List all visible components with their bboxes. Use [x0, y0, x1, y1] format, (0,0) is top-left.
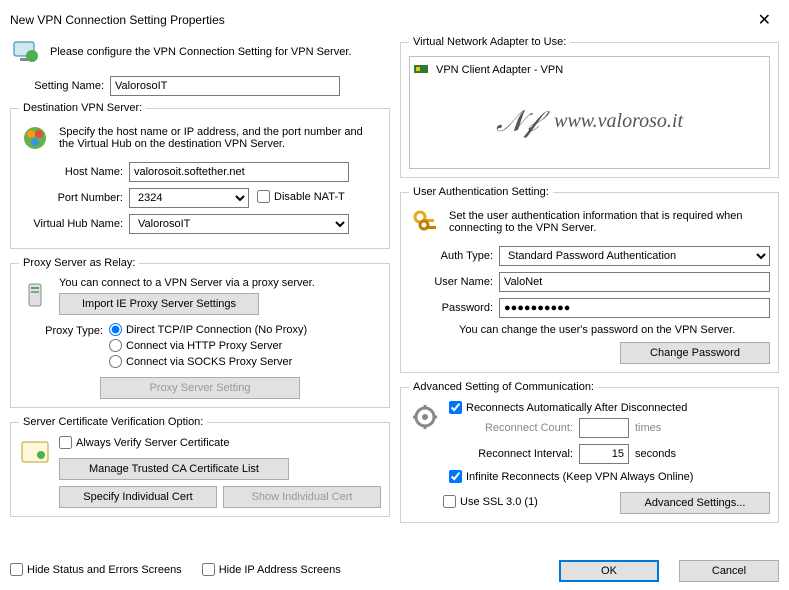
- reconnect-interval-unit: seconds: [635, 448, 676, 460]
- auth-group: User Authentication Setting: Set the use…: [400, 186, 779, 373]
- destination-group: Destination VPN Server: Specify the host…: [10, 102, 390, 249]
- advanced-group: Advanced Setting of Communication: Recon…: [400, 381, 779, 523]
- user-name-input[interactable]: [499, 272, 770, 292]
- globe-icon: [19, 122, 51, 154]
- infinite-reconnects-checkbox[interactable]: [449, 470, 462, 483]
- show-cert-button[interactable]: Show Individual Cert: [223, 486, 381, 508]
- close-icon[interactable]: ✕: [750, 10, 779, 30]
- reconnect-auto-checkbox[interactable]: [449, 401, 462, 414]
- always-verify-checkbox[interactable]: [59, 436, 72, 449]
- disable-nat-t-checkbox[interactable]: [257, 190, 270, 203]
- hide-status-checkbox[interactable]: [10, 563, 23, 576]
- advanced-legend: Advanced Setting of Communication:: [409, 381, 598, 393]
- hide-ip-checkbox[interactable]: [202, 563, 215, 576]
- hide-status-label: Hide Status and Errors Screens: [27, 564, 182, 576]
- proxy-legend: Proxy Server as Relay:: [19, 257, 139, 269]
- adapter-legend: Virtual Network Adapter to Use:: [409, 36, 570, 48]
- password-label: Password:: [409, 302, 499, 314]
- user-name-label: User Name:: [409, 276, 499, 288]
- destination-legend: Destination VPN Server:: [19, 102, 146, 114]
- password-input[interactable]: [499, 298, 770, 318]
- gear-icon: [409, 401, 441, 433]
- logo-watermark: 𝒩𝒻 www.valoroso.it: [414, 79, 765, 164]
- cert-group: Server Certificate Verification Option: …: [10, 416, 390, 517]
- certificate-icon: [19, 436, 51, 468]
- proxy-server-setting-button[interactable]: Proxy Server Setting: [100, 377, 300, 399]
- always-verify-label: Always Verify Server Certificate: [76, 437, 229, 449]
- auth-legend: User Authentication Setting:: [409, 186, 553, 198]
- proxy-socks-label: Connect via SOCKS Proxy Server: [126, 356, 292, 368]
- intro-text: Please configure the VPN Connection Sett…: [50, 46, 351, 58]
- proxy-direct-label: Direct TCP/IP Connection (No Proxy): [126, 324, 307, 336]
- setting-name-input[interactable]: [110, 76, 340, 96]
- password-hint: You can change the user's password on th…: [409, 324, 770, 336]
- host-name-label: Host Name:: [19, 166, 129, 178]
- setting-name-label: Setting Name:: [10, 80, 110, 92]
- destination-desc: Specify the host name or IP address, and…: [59, 126, 381, 150]
- virtual-hub-label: Virtual Hub Name:: [19, 218, 129, 230]
- ok-button[interactable]: OK: [559, 560, 659, 582]
- use-ssl-checkbox[interactable]: [443, 495, 456, 508]
- reconnect-count-label: Reconnect Count:: [449, 422, 579, 434]
- adapter-list[interactable]: VPN Client Adapter - VPN 𝒩𝒻 www.valoroso…: [409, 56, 770, 169]
- manage-ca-button[interactable]: Manage Trusted CA Certificate List: [59, 458, 289, 480]
- cancel-button[interactable]: Cancel: [679, 560, 779, 582]
- network-adapter-icon: [414, 63, 430, 78]
- reconnect-interval-input[interactable]: [579, 444, 629, 464]
- disable-nat-t-label: Disable NAT-T: [274, 191, 345, 203]
- import-ie-proxy-button[interactable]: Import IE Proxy Server Settings: [59, 293, 259, 315]
- auth-type-label: Auth Type:: [409, 250, 499, 262]
- port-number-label: Port Number:: [19, 192, 129, 204]
- proxy-direct-radio[interactable]: [109, 323, 122, 336]
- reconnect-count-input[interactable]: [579, 418, 629, 438]
- adapter-group: Virtual Network Adapter to Use: VPN Clie…: [400, 36, 779, 178]
- host-name-input[interactable]: [129, 162, 349, 182]
- keys-icon: [409, 206, 441, 238]
- proxy-type-label: Proxy Type:: [19, 323, 109, 337]
- proxy-desc: You can connect to a VPN Server via a pr…: [59, 277, 381, 289]
- cert-legend: Server Certificate Verification Option:: [19, 416, 207, 428]
- virtual-hub-select[interactable]: ValorosoIT: [129, 214, 349, 234]
- auth-desc: Set the user authentication information …: [449, 210, 770, 234]
- hide-ip-label: Hide IP Address Screens: [219, 564, 341, 576]
- use-ssl-label: Use SSL 3.0 (1): [460, 496, 538, 508]
- port-number-select[interactable]: 2324: [129, 188, 249, 208]
- specify-cert-button[interactable]: Specify Individual Cert: [59, 486, 217, 508]
- reconnect-auto-label: Reconnects Automatically After Disconnec…: [466, 402, 687, 414]
- proxy-group: Proxy Server as Relay: You can connect t…: [10, 257, 390, 408]
- auth-type-select[interactable]: Standard Password Authentication: [499, 246, 770, 266]
- vpn-icon: [10, 36, 42, 68]
- advanced-settings-button[interactable]: Advanced Settings...: [620, 492, 770, 514]
- reconnect-count-unit: times: [635, 422, 661, 434]
- infinite-reconnects-label: Infinite Reconnects (Keep VPN Always Onl…: [466, 471, 693, 483]
- change-password-button[interactable]: Change Password: [620, 342, 770, 364]
- proxy-socks-radio[interactable]: [109, 355, 122, 368]
- proxy-http-label: Connect via HTTP Proxy Server: [126, 340, 282, 352]
- adapter-item-label: VPN Client Adapter - VPN: [436, 64, 563, 76]
- reconnect-interval-label: Reconnect Interval:: [449, 448, 579, 460]
- window-title: New VPN Connection Setting Properties: [10, 13, 225, 27]
- proxy-http-radio[interactable]: [109, 339, 122, 352]
- server-icon: [19, 280, 51, 312]
